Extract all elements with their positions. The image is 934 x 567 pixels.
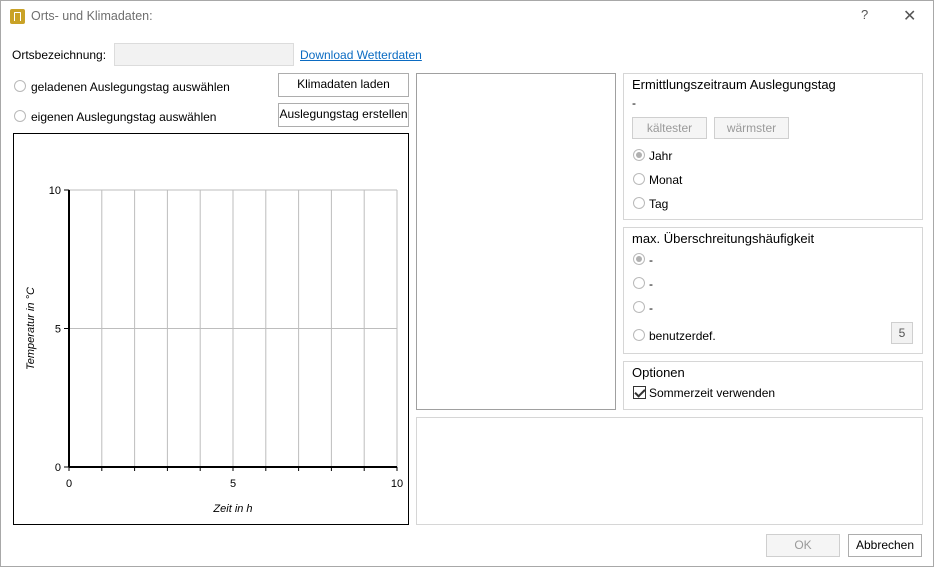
radio-own-design-day-label: eigenen Auslegungstag auswählen: [31, 110, 217, 124]
radio-own-design-day[interactable]: [14, 110, 26, 122]
radio-exceedance-3[interactable]: [633, 301, 645, 313]
dst-checkbox-label: Sommerzeit verwenden: [649, 386, 776, 400]
location-input[interactable]: [114, 43, 294, 66]
y-axis-label: Temperatur in °C: [25, 287, 37, 370]
x-tick-label: 5: [230, 478, 236, 490]
location-label: Ortsbezeichnung:: [12, 48, 107, 62]
radio-period-year[interactable]: [633, 149, 645, 161]
radio-period-month[interactable]: [633, 173, 645, 185]
radio-exceedance-custom-label: benutzerdef.: [649, 329, 716, 343]
radio-loaded-design-day-label: geladenen Auslegungstag auswählen: [31, 80, 230, 94]
cancel-button[interactable]: Abbrechen: [848, 534, 922, 557]
close-icon[interactable]: ✕: [903, 6, 916, 26]
info-panel: [416, 417, 923, 525]
custom-exceedance-field[interactable]: 5: [891, 322, 913, 344]
chart-canvas: 0 5 10 0 5 10 Zeit in h Temperatur in °C: [25, 185, 403, 515]
exceedance-title: max. Überschreitungshäufigkeit: [632, 231, 815, 246]
app-icon: [10, 9, 25, 24]
load-climate-data-button[interactable]: Klimadaten laden: [278, 73, 409, 97]
coldest-button[interactable]: kältester: [632, 117, 707, 139]
help-icon[interactable]: ?: [861, 7, 868, 22]
radio-exceedance-2-label: -: [649, 277, 653, 291]
warmest-button[interactable]: wärmster: [714, 117, 789, 139]
y-tick-label: 10: [49, 185, 61, 197]
title-bar: Orts- und Klimadaten: ? ✕: [1, 1, 933, 31]
day-list-panel[interactable]: [416, 73, 616, 410]
radio-loaded-design-day[interactable]: [14, 80, 26, 92]
radio-exceedance-1[interactable]: [633, 253, 645, 265]
ok-button[interactable]: OK: [766, 534, 840, 557]
x-tick-label: 10: [391, 478, 403, 490]
period-value: -: [632, 96, 636, 110]
x-axis-label: Zeit in h: [212, 503, 252, 515]
temperature-chart: 0 5 10 0 5 10 Zeit in h Temperatur in °C: [13, 133, 409, 525]
y-tick-label: 5: [55, 324, 61, 336]
radio-period-day[interactable]: [633, 197, 645, 209]
radio-exceedance-1-label: -: [649, 253, 653, 267]
dst-checkbox[interactable]: [633, 386, 646, 399]
y-tick-label: 0: [55, 462, 61, 474]
window-title: Orts- und Klimadaten:: [31, 9, 153, 23]
radio-exceedance-2[interactable]: [633, 277, 645, 289]
x-tick-label: 0: [66, 478, 72, 490]
radio-exceedance-custom[interactable]: [633, 329, 645, 341]
create-design-day-button[interactable]: Auslegungstag erstellen: [278, 103, 409, 127]
dialog-window: Orts- und Klimadaten: ? ✕ Ortsbezeichnun…: [0, 0, 934, 567]
radio-period-month-label: Monat: [649, 173, 683, 187]
download-weather-link[interactable]: Download Wetterdaten: [300, 48, 422, 62]
radio-period-year-label: Jahr: [649, 149, 673, 163]
options-title: Optionen: [632, 365, 685, 380]
radio-exceedance-3-label: -: [649, 301, 653, 315]
period-title: Ermittlungszeitraum Auslegungstag: [632, 77, 836, 92]
radio-period-day-label: Tag: [649, 197, 669, 211]
